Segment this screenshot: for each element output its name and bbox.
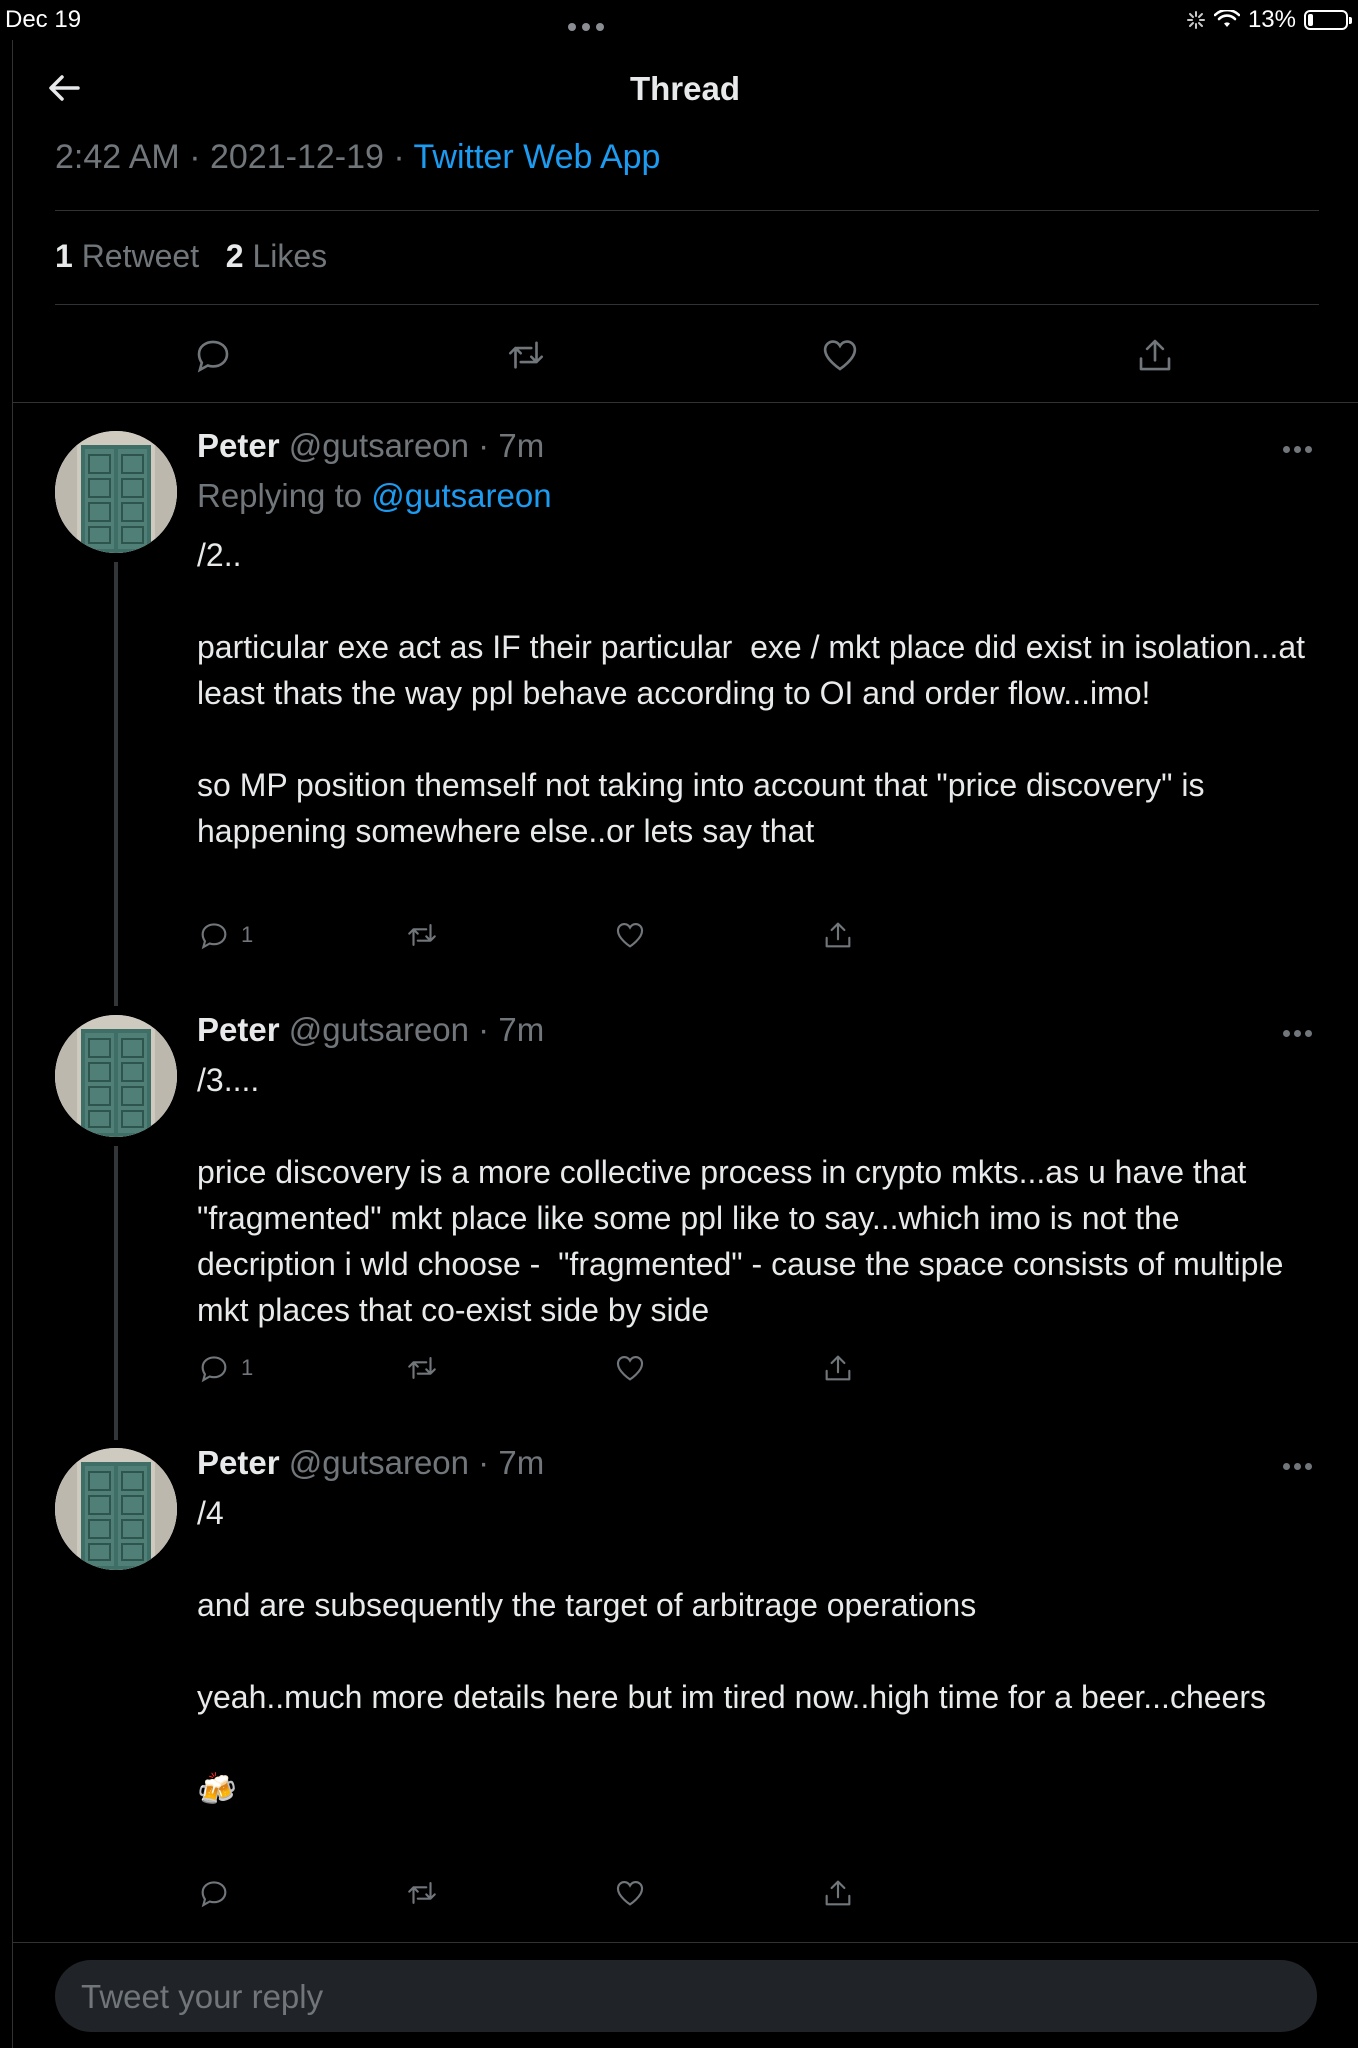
heart-icon xyxy=(616,1881,644,1906)
battery-icon xyxy=(1304,10,1352,30)
retweet-action[interactable] xyxy=(405,1351,439,1385)
divider xyxy=(55,210,1319,211)
share-action[interactable] xyxy=(821,918,855,952)
heart-icon[interactable] xyxy=(819,334,861,376)
divider xyxy=(12,402,1358,403)
thread-connector xyxy=(114,562,118,1006)
more-icon[interactable] xyxy=(1283,1024,1317,1037)
reply-action[interactable]: 1 xyxy=(197,918,253,952)
retweet-action[interactable] xyxy=(405,1876,439,1910)
wifi-icon xyxy=(1213,10,1240,27)
divider xyxy=(12,1942,1358,1943)
status-date: Dec 19 xyxy=(5,6,82,33)
reply-icon xyxy=(201,1356,227,1383)
share-icon xyxy=(825,1880,851,1906)
share-icon xyxy=(825,922,851,948)
reply-count: 1 xyxy=(241,1355,254,1380)
reply-input[interactable] xyxy=(79,1960,1283,2034)
tweet-stats: 1 Retweet 2 Likes xyxy=(55,238,327,275)
tweet-source-link[interactable]: Twitter Web App xyxy=(414,138,661,176)
share-action[interactable] xyxy=(821,1876,855,1910)
retweet-action[interactable] xyxy=(405,918,439,952)
retweet-icon xyxy=(408,1882,436,1904)
retweet-icon xyxy=(408,924,436,946)
avatar[interactable] xyxy=(55,431,177,553)
thread-connector xyxy=(114,1146,118,1440)
author-name[interactable]: Peter xyxy=(197,1444,280,1481)
retweets-stat[interactable]: 1 Retweet xyxy=(55,238,199,274)
like-action[interactable] xyxy=(613,1876,647,1910)
author-name[interactable]: Peter xyxy=(197,1011,280,1048)
replying-label: Replying to xyxy=(197,477,363,514)
activity-spinner-icon xyxy=(1186,11,1205,29)
tweet-date: 2021-12-19 xyxy=(209,138,384,176)
tweet-author: Peter @gutsareon · 7m xyxy=(197,1444,545,1481)
more-icon[interactable] xyxy=(1283,1457,1317,1470)
replying-to-handle[interactable]: @gutsareon xyxy=(371,477,551,514)
battery-percent: 13% xyxy=(1247,6,1296,33)
tweet-actions xyxy=(197,1876,897,1912)
reply-box xyxy=(55,1960,1317,2034)
divider xyxy=(55,304,1319,305)
avatar[interactable] xyxy=(55,1015,177,1137)
author-handle[interactable]: @gutsareon xyxy=(289,427,469,464)
author-handle[interactable]: @gutsareon xyxy=(289,1011,469,1048)
tweet-body: /4 and are subsequently the target of ar… xyxy=(197,1495,1266,1807)
reply-icon xyxy=(201,1881,227,1908)
share-icon xyxy=(825,1355,851,1381)
like-action[interactable] xyxy=(613,918,647,952)
reply-action[interactable]: 1 xyxy=(197,1351,253,1385)
meta-separator: · xyxy=(393,138,405,176)
heart-icon xyxy=(616,923,644,948)
tweet-time: 2:42 AM xyxy=(55,138,180,176)
author-handle[interactable]: @gutsareon xyxy=(289,1444,469,1481)
main-tweet-actions xyxy=(0,334,1358,376)
tweet-meta: 2:42 AM · 2021-12-19 · Twitter Web App xyxy=(55,138,660,177)
tweet-author: Peter @gutsareon · 7m xyxy=(197,427,545,464)
tweet-author: Peter @gutsareon · 7m xyxy=(197,1011,545,1048)
likes-stat[interactable]: 2 Likes xyxy=(226,238,327,274)
retweet-icon[interactable] xyxy=(505,334,547,376)
replying-to: Replying to @gutsareon xyxy=(197,477,552,515)
reply-icon[interactable] xyxy=(192,334,234,376)
page-title: Thread xyxy=(629,70,741,107)
share-action[interactable] xyxy=(821,1351,855,1385)
meta-separator: · xyxy=(189,138,201,176)
tweet-actions: 1 xyxy=(197,918,897,954)
share-icon[interactable] xyxy=(1134,334,1176,376)
battery-level xyxy=(1308,14,1313,26)
tweet-age: 7m xyxy=(498,1444,545,1481)
reply-action[interactable] xyxy=(197,1876,241,1910)
multitask-dots-icon[interactable] xyxy=(568,18,612,31)
more-icon[interactable] xyxy=(1283,440,1317,453)
heart-icon xyxy=(616,1356,644,1381)
reply-count: 1 xyxy=(241,922,254,947)
avatar[interactable] xyxy=(55,1448,177,1570)
tweet-actions: 1 xyxy=(197,1351,897,1387)
retweet-icon xyxy=(408,1357,436,1379)
tweet-age: 7m xyxy=(498,1011,545,1048)
tweet-body: /3.... price discovery is a more collect… xyxy=(197,1062,1284,1328)
header: Thread xyxy=(0,40,1358,140)
tweet-body: /2.. particular exe act as IF their part… xyxy=(197,537,1306,849)
tweet-age: 7m xyxy=(498,427,545,464)
status-bar: Dec 19 13% xyxy=(0,0,1358,40)
author-name[interactable]: Peter xyxy=(197,427,280,464)
reply-icon xyxy=(201,923,227,950)
status-right: 13% xyxy=(1186,6,1352,34)
like-action[interactable] xyxy=(613,1351,647,1385)
